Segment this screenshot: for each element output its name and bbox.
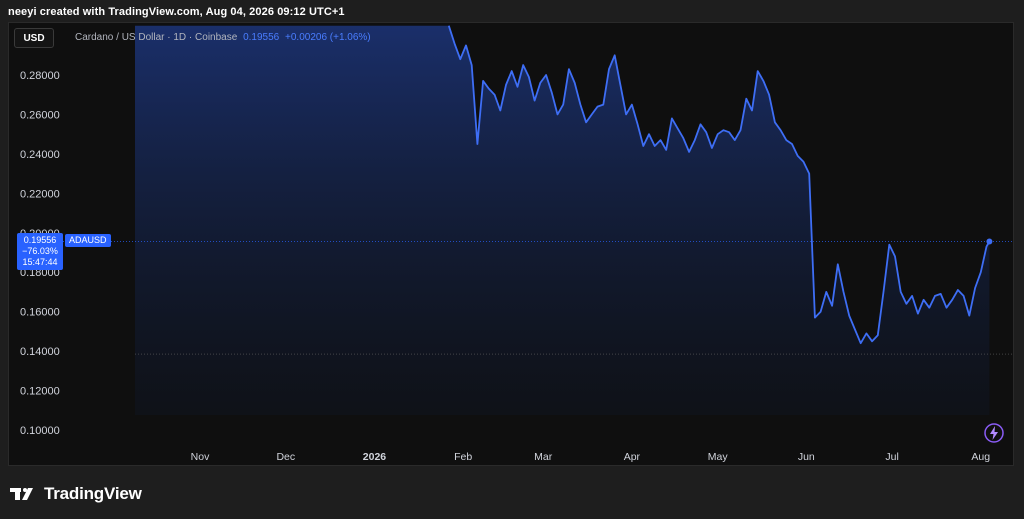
tradingview-wordmark: TradingView	[44, 484, 142, 503]
x-tick-label: Nov	[191, 451, 210, 463]
x-tick-label: Feb	[454, 451, 472, 463]
symbol-description: Cardano / US Dollar · 1D · Coinbase	[75, 32, 238, 43]
y-tick-label: 0.14000	[20, 346, 60, 358]
currency-button[interactable]: USD	[14, 28, 54, 48]
bar-countdown: 15:47:44	[22, 257, 58, 267]
y-tick-label: 0.10000	[20, 425, 60, 437]
last-price-value: 0.19556	[23, 235, 57, 245]
x-tick-label: May	[708, 451, 729, 463]
x-tick-label: Jun	[798, 451, 815, 463]
lightning-icon[interactable]	[983, 422, 1005, 449]
x-tick-label: Apr	[624, 451, 641, 463]
x-tick-label: Aug	[971, 451, 990, 463]
x-axis: Nov Dec 2026 Feb Mar Apr May Jun Jul Aug	[191, 451, 991, 463]
x-tick-label: Jul	[885, 451, 898, 463]
y-tick-label: 0.26000	[20, 109, 60, 121]
last-price-badge: 0.19556 −76.03% 15:47:44	[17, 233, 63, 270]
legend-price: 0.19556	[243, 32, 280, 43]
legend-change: +0.00206 (+1.06%)	[285, 32, 371, 43]
price-area	[135, 23, 990, 415]
x-tick-label: Dec	[276, 451, 295, 463]
symbol-legend[interactable]: Cardano / US Dollar · 1D · Coinbase 0.19…	[75, 32, 371, 43]
x-tick-label: 2026	[363, 451, 387, 463]
last-price-percent: −76.03%	[22, 246, 58, 256]
x-tick-label: Mar	[534, 451, 553, 463]
y-tick-label: 0.28000	[20, 70, 60, 82]
symbol-badge: ADAUSD	[65, 234, 111, 247]
y-tick-label: 0.22000	[20, 188, 60, 200]
y-tick-label: 0.24000	[20, 149, 60, 161]
price-chart[interactable]: 0.280000.260000.240000.220000.200000.180…	[0, 0, 1024, 519]
y-tick-label: 0.16000	[20, 307, 60, 319]
tradingview-logo-icon	[10, 488, 33, 500]
tradingview-logo[interactable]: TradingView	[10, 484, 142, 504]
y-tick-label: 0.12000	[20, 386, 60, 398]
